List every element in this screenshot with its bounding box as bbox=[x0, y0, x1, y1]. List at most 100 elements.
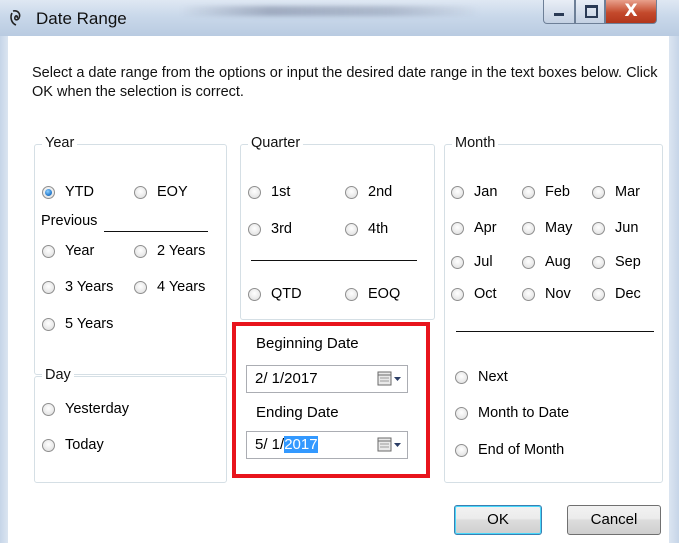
radio-feb-dot[interactable] bbox=[522, 185, 535, 199]
radio-q2-dot[interactable] bbox=[345, 185, 358, 199]
radio-mar-label: Mar bbox=[615, 184, 640, 200]
radio-feb[interactable]: Feb bbox=[522, 183, 570, 201]
maximize-button[interactable] bbox=[575, 0, 605, 24]
radio-prev-year-dot[interactable] bbox=[42, 244, 55, 258]
previous-label: Previous bbox=[41, 213, 98, 229]
radio-may[interactable]: May bbox=[522, 219, 572, 237]
radio-jul-dot[interactable] bbox=[451, 255, 464, 269]
radio-prev-2-years[interactable]: 2 Years bbox=[134, 242, 205, 260]
radio-q4-dot[interactable] bbox=[345, 222, 358, 236]
radio-q2[interactable]: 2nd bbox=[345, 183, 392, 201]
radio-end-of-month-dot[interactable] bbox=[455, 443, 468, 457]
radio-jun-dot[interactable] bbox=[592, 221, 605, 235]
radio-sep[interactable]: Sep bbox=[592, 253, 641, 271]
radio-prev-2-years-dot[interactable] bbox=[134, 244, 147, 258]
radio-ytd-label: YTD bbox=[65, 184, 94, 200]
radio-today-label: Today bbox=[65, 437, 104, 453]
radio-qtd[interactable]: QTD bbox=[248, 285, 302, 303]
radio-oct-dot[interactable] bbox=[451, 287, 464, 301]
radio-nov-dot[interactable] bbox=[522, 287, 535, 301]
day-legend: Day bbox=[42, 367, 74, 383]
radio-next[interactable]: Next bbox=[455, 368, 508, 386]
radio-prev-3-years-dot[interactable] bbox=[42, 280, 55, 294]
radio-today[interactable]: Today bbox=[42, 436, 104, 454]
radio-month-to-date-dot[interactable] bbox=[455, 406, 468, 420]
ending-date-label: Ending Date bbox=[256, 404, 339, 421]
radio-aug-dot[interactable] bbox=[522, 255, 535, 269]
radio-today-dot[interactable] bbox=[42, 438, 55, 452]
radio-next-dot[interactable] bbox=[455, 370, 468, 384]
beginning-date-picker[interactable]: 2/ 1/2017 bbox=[246, 365, 408, 393]
radio-may-dot[interactable] bbox=[522, 221, 535, 235]
ending-date-picker[interactable]: 5/ 1/2017 bbox=[246, 431, 408, 459]
radio-jan-label: Jan bbox=[474, 184, 498, 200]
date-range-dialog: Date Range X Select a date range from th… bbox=[0, 0, 679, 543]
radio-yesterday-dot[interactable] bbox=[42, 402, 55, 416]
radio-aug[interactable]: Aug bbox=[522, 253, 571, 271]
radio-eoq-dot[interactable] bbox=[345, 287, 358, 301]
radio-prev-4-years-label: 4 Years bbox=[157, 279, 206, 295]
ok-button[interactable]: OK bbox=[454, 505, 542, 535]
radio-q3-dot[interactable] bbox=[248, 222, 261, 236]
close-button[interactable]: X bbox=[605, 0, 657, 24]
radio-oct[interactable]: Oct bbox=[451, 285, 497, 303]
radio-eoy-dot[interactable] bbox=[134, 185, 147, 199]
calendar-dropdown-icon[interactable] bbox=[377, 437, 403, 453]
instructions-text: Select a date range from the options or … bbox=[32, 65, 658, 100]
radio-oct-label: Oct bbox=[474, 286, 497, 302]
radio-prev-5-years-dot[interactable] bbox=[42, 317, 55, 331]
radio-jan-dot[interactable] bbox=[451, 185, 464, 199]
radio-ytd-dot[interactable] bbox=[42, 185, 55, 199]
ending-date-selected-year: 2017 bbox=[284, 436, 318, 453]
radio-dec[interactable]: Dec bbox=[592, 285, 641, 303]
radio-apr-dot[interactable] bbox=[451, 221, 464, 235]
radio-mar[interactable]: Mar bbox=[592, 183, 640, 201]
radio-eoq-label: EOQ bbox=[368, 286, 401, 302]
radio-may-label: May bbox=[545, 220, 573, 236]
minimize-button[interactable] bbox=[543, 0, 575, 24]
radio-sep-dot[interactable] bbox=[592, 255, 605, 269]
radio-feb-label: Feb bbox=[545, 184, 570, 200]
radio-prev-year[interactable]: Year bbox=[42, 242, 94, 260]
radio-apr-label: Apr bbox=[474, 220, 497, 236]
radio-dec-dot[interactable] bbox=[592, 287, 605, 301]
window-title: Date Range bbox=[36, 9, 127, 28]
radio-prev-5-years[interactable]: 5 Years bbox=[42, 315, 113, 333]
quarter-legend: Quarter bbox=[248, 135, 304, 151]
radio-next-label: Next bbox=[478, 369, 508, 385]
radio-prev-3-years[interactable]: 3 Years bbox=[42, 278, 113, 296]
radio-eoy-label: EOY bbox=[157, 184, 188, 200]
radio-qtd-dot[interactable] bbox=[248, 287, 261, 301]
radio-prev-4-years[interactable]: 4 Years bbox=[134, 278, 205, 296]
radio-month-to-date[interactable]: Month to Date bbox=[455, 404, 569, 422]
radio-end-of-month-label: End of Month bbox=[478, 442, 565, 458]
radio-apr[interactable]: Apr bbox=[451, 219, 497, 237]
radio-end-of-month[interactable]: End of Month bbox=[455, 441, 564, 459]
calendar-dropdown-icon[interactable] bbox=[377, 371, 403, 387]
month-divider bbox=[456, 331, 654, 332]
radio-q1-dot[interactable] bbox=[248, 185, 261, 199]
radio-prev-5-years-label: 5 Years bbox=[65, 316, 114, 332]
window-left-border bbox=[0, 36, 8, 543]
radio-eoy[interactable]: EOY bbox=[134, 183, 188, 201]
radio-yesterday[interactable]: Yesterday bbox=[42, 400, 129, 418]
radio-jul-label: Jul bbox=[474, 254, 493, 270]
radio-aug-label: Aug bbox=[545, 254, 571, 270]
quarter-divider bbox=[251, 260, 417, 261]
title-bar[interactable]: Date Range X bbox=[0, 0, 679, 37]
radio-ytd[interactable]: YTD bbox=[42, 183, 94, 201]
radio-q3[interactable]: 3rd bbox=[248, 220, 292, 238]
radio-jul[interactable]: Jul bbox=[451, 253, 493, 271]
ending-date-value-prefix: 5/ 1/ bbox=[255, 436, 285, 453]
radio-jan[interactable]: Jan bbox=[451, 183, 497, 201]
radio-q4-label: 4th bbox=[368, 221, 389, 237]
radio-q1[interactable]: 1st bbox=[248, 183, 290, 201]
radio-nov[interactable]: Nov bbox=[522, 285, 571, 303]
cancel-button[interactable]: Cancel bbox=[567, 505, 661, 535]
radio-q4[interactable]: 4th bbox=[345, 220, 388, 238]
radio-eoq[interactable]: EOQ bbox=[345, 285, 400, 303]
radio-mar-dot[interactable] bbox=[592, 185, 605, 199]
radio-nov-label: Nov bbox=[545, 286, 571, 302]
radio-jun[interactable]: Jun bbox=[592, 219, 638, 237]
radio-prev-4-years-dot[interactable] bbox=[134, 280, 147, 294]
